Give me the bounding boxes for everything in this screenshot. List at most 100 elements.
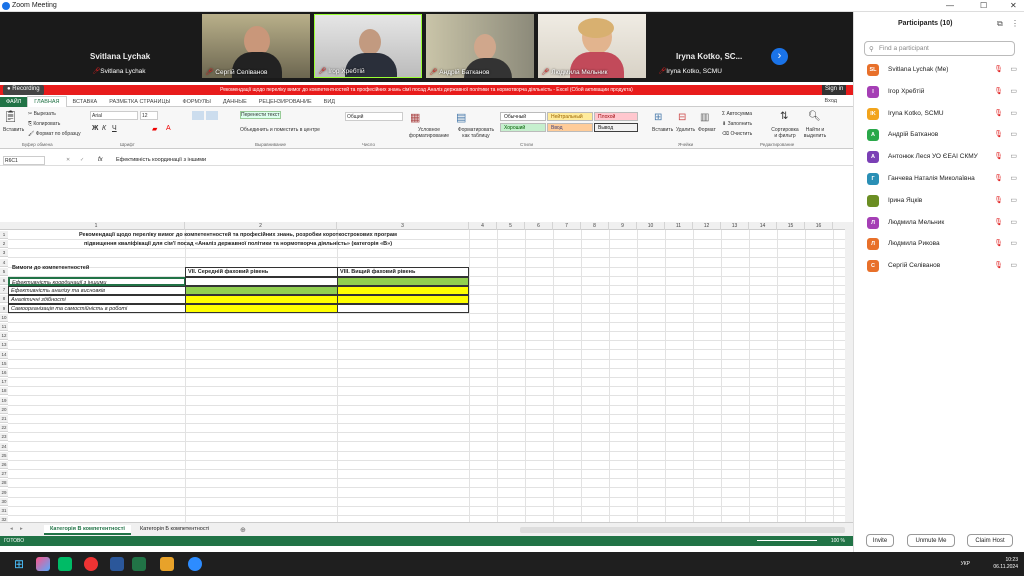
video-off-icon[interactable]: ▭ bbox=[1010, 174, 1017, 182]
column-header[interactable]: 13 bbox=[721, 222, 749, 230]
unmute-me-button[interactable]: Unmute Me bbox=[907, 534, 955, 547]
muted-mic-icon[interactable]: 🎙︎ bbox=[994, 109, 1003, 117]
video-off-icon[interactable]: ▭ bbox=[1010, 196, 1017, 204]
video-off-icon[interactable]: ▭ bbox=[1010, 261, 1017, 269]
conditional-format-icon[interactable]: ▦ bbox=[410, 111, 420, 124]
zoom-level[interactable]: 100 % bbox=[831, 536, 845, 546]
row-header[interactable]: 4 bbox=[0, 258, 8, 267]
recording-indicator[interactable]: ● Recording bbox=[3, 85, 44, 95]
video-tile[interactable]: 🎤︎ Андрій Батканов bbox=[426, 14, 534, 78]
muted-mic-icon[interactable]: 🎙︎ bbox=[994, 218, 1003, 226]
next-page-icon[interactable]: › bbox=[771, 48, 788, 65]
zoom-slider[interactable] bbox=[757, 540, 817, 541]
format-as-table-button[interactable]: Форматировать как таблицу bbox=[454, 127, 498, 139]
excel-icon[interactable] bbox=[132, 557, 146, 571]
row-header[interactable]: 24 bbox=[0, 442, 8, 451]
video-off-icon[interactable]: ▭ bbox=[1010, 152, 1017, 160]
bold-icon[interactable]: Ж bbox=[92, 125, 98, 132]
fill-button[interactable]: ⬇ Заполнить bbox=[722, 121, 752, 127]
participant-item[interactable]: Ірина Яцків 🎙︎ ▭ bbox=[864, 193, 1019, 209]
word-icon[interactable] bbox=[110, 557, 124, 571]
sign-in-button[interactable]: Sign in bbox=[822, 85, 847, 95]
style-input[interactable]: Ввод bbox=[547, 123, 593, 132]
highlight-icon[interactable]: ▰ bbox=[152, 125, 157, 133]
enter-formula-icon[interactable]: ✓ bbox=[80, 157, 84, 163]
more-icon[interactable]: ⋮ bbox=[1011, 19, 1019, 28]
language-indicator[interactable]: УКР bbox=[961, 561, 970, 568]
style-good[interactable]: Хороший bbox=[500, 123, 546, 132]
level-8-header[interactable]: VIII. Вищий фаховий рівень bbox=[337, 267, 469, 277]
row-header[interactable]: 16 bbox=[0, 369, 8, 377]
row-header[interactable]: 17 bbox=[0, 378, 8, 387]
close-icon[interactable]: ✕ bbox=[1010, 1, 1017, 10]
font-color-icon[interactable]: A bbox=[166, 125, 171, 132]
tab-data[interactable]: ДАННЫЕ bbox=[217, 97, 253, 107]
muted-mic-icon[interactable]: 🎙︎ bbox=[994, 239, 1003, 247]
cell-green[interactable] bbox=[185, 286, 338, 295]
row-header[interactable]: 1 bbox=[0, 231, 8, 239]
style-normal[interactable]: Обычный bbox=[500, 112, 546, 121]
competency-row[interactable]: Ефективність координації з іншими bbox=[8, 277, 186, 286]
format-cells-button[interactable]: Формат bbox=[698, 127, 716, 133]
muted-mic-icon[interactable]: 🎙︎ bbox=[994, 152, 1003, 160]
popout-icon[interactable]: ⧉ bbox=[997, 19, 1003, 29]
insert-cells-button[interactable]: Вставить bbox=[652, 127, 673, 133]
row-header[interactable]: 26 bbox=[0, 461, 8, 469]
sheet-tab-category-v[interactable]: Категорія В компетентності bbox=[44, 525, 131, 535]
start-icon[interactable]: ⊞ bbox=[14, 557, 28, 571]
column-header[interactable]: 7 bbox=[553, 222, 581, 230]
cell-yellow[interactable] bbox=[337, 295, 469, 304]
autosum-button[interactable]: Σ Автосумма bbox=[722, 111, 752, 117]
insert-function-button[interactable]: fx bbox=[98, 157, 103, 163]
muted-mic-icon[interactable]: 🎙︎ bbox=[994, 87, 1003, 95]
tab-insert[interactable]: ВСТАВКА bbox=[67, 97, 104, 107]
column-header[interactable]: 14 bbox=[749, 222, 777, 230]
column-header[interactable]: 10 bbox=[637, 222, 665, 230]
participant-item[interactable]: І Ігор Хребтій 🎙︎ ▭ bbox=[864, 84, 1019, 100]
column-header[interactable]: 8 bbox=[581, 222, 609, 230]
row-header[interactable]: 27 bbox=[0, 470, 8, 479]
video-off-icon[interactable]: ▭ bbox=[1010, 130, 1017, 138]
paste-button[interactable]: Вставить bbox=[3, 127, 24, 133]
row-header[interactable]: 13 bbox=[0, 341, 8, 350]
clear-button[interactable]: ⌫ Очистить bbox=[722, 131, 752, 137]
wrap-text-button[interactable]: Перенести текст bbox=[240, 111, 281, 119]
row-header[interactable]: 9 bbox=[0, 304, 8, 313]
row-header[interactable]: 28 bbox=[0, 479, 8, 488]
italic-icon[interactable]: К bbox=[102, 125, 106, 132]
video-off-icon[interactable]: ▭ bbox=[1010, 239, 1017, 247]
participant-item[interactable]: Г Ганчева Наталія Миколаївна 🎙︎ ▭ bbox=[864, 171, 1019, 187]
style-neutral[interactable]: Нейтральный bbox=[547, 112, 593, 121]
column-header[interactable]: 12 bbox=[693, 222, 721, 230]
column-header[interactable]: 5 bbox=[497, 222, 525, 230]
sheet-title-line-2[interactable]: підвищення кваліфікації для сім'ї посад … bbox=[8, 240, 468, 248]
column-header[interactable]: 15 bbox=[777, 222, 805, 230]
cut-button[interactable]: ✂ Вырезать bbox=[28, 111, 56, 117]
participant-item[interactable]: IK Iryna Kotko, SCMU 🎙︎ ▭ bbox=[864, 106, 1019, 122]
zoom-icon[interactable] bbox=[188, 557, 202, 571]
column-header[interactable]: 11 bbox=[665, 222, 693, 230]
video-tile[interactable]: 🎤︎ Людмила Мельник bbox=[538, 14, 646, 78]
number-format-select[interactable]: Общий bbox=[345, 112, 403, 121]
participant-search[interactable]: ⚲ Find a participant bbox=[864, 41, 1015, 56]
video-tile[interactable]: 🎤︎ Сергій Селіванов bbox=[202, 14, 310, 78]
muted-mic-icon[interactable]: 🎙︎ bbox=[994, 174, 1003, 182]
file-explorer-icon[interactable] bbox=[160, 557, 174, 571]
format-painter-button[interactable]: 🖌︎ Формат по образцу bbox=[28, 131, 81, 137]
invite-button[interactable]: Invite bbox=[866, 534, 894, 547]
video-off-icon[interactable]: ▭ bbox=[1010, 65, 1017, 73]
row-header[interactable]: 19 bbox=[0, 396, 8, 405]
tab-view[interactable]: ВИД bbox=[318, 97, 341, 107]
style-bad[interactable]: Плохой bbox=[594, 112, 638, 121]
copy-button[interactable]: ⎘ Копировать bbox=[28, 121, 60, 127]
requirements-header[interactable]: Вимоги до компетентностей bbox=[12, 264, 182, 272]
paste-icon[interactable]: 📋︎ bbox=[3, 109, 18, 123]
video-off-icon[interactable]: ▭ bbox=[1010, 87, 1017, 95]
video-off-icon[interactable]: ▭ bbox=[1010, 218, 1017, 226]
sheet-title-line-1[interactable]: Рекомендації щодо переліку вимог до комп… bbox=[8, 231, 468, 239]
cell-empty[interactable] bbox=[337, 304, 469, 313]
row-header[interactable]: 18 bbox=[0, 387, 8, 396]
cell-yellow[interactable] bbox=[337, 286, 469, 295]
tab-file[interactable]: ФАЙЛ bbox=[0, 97, 28, 107]
name-box[interactable]: R6C1 bbox=[3, 156, 45, 165]
